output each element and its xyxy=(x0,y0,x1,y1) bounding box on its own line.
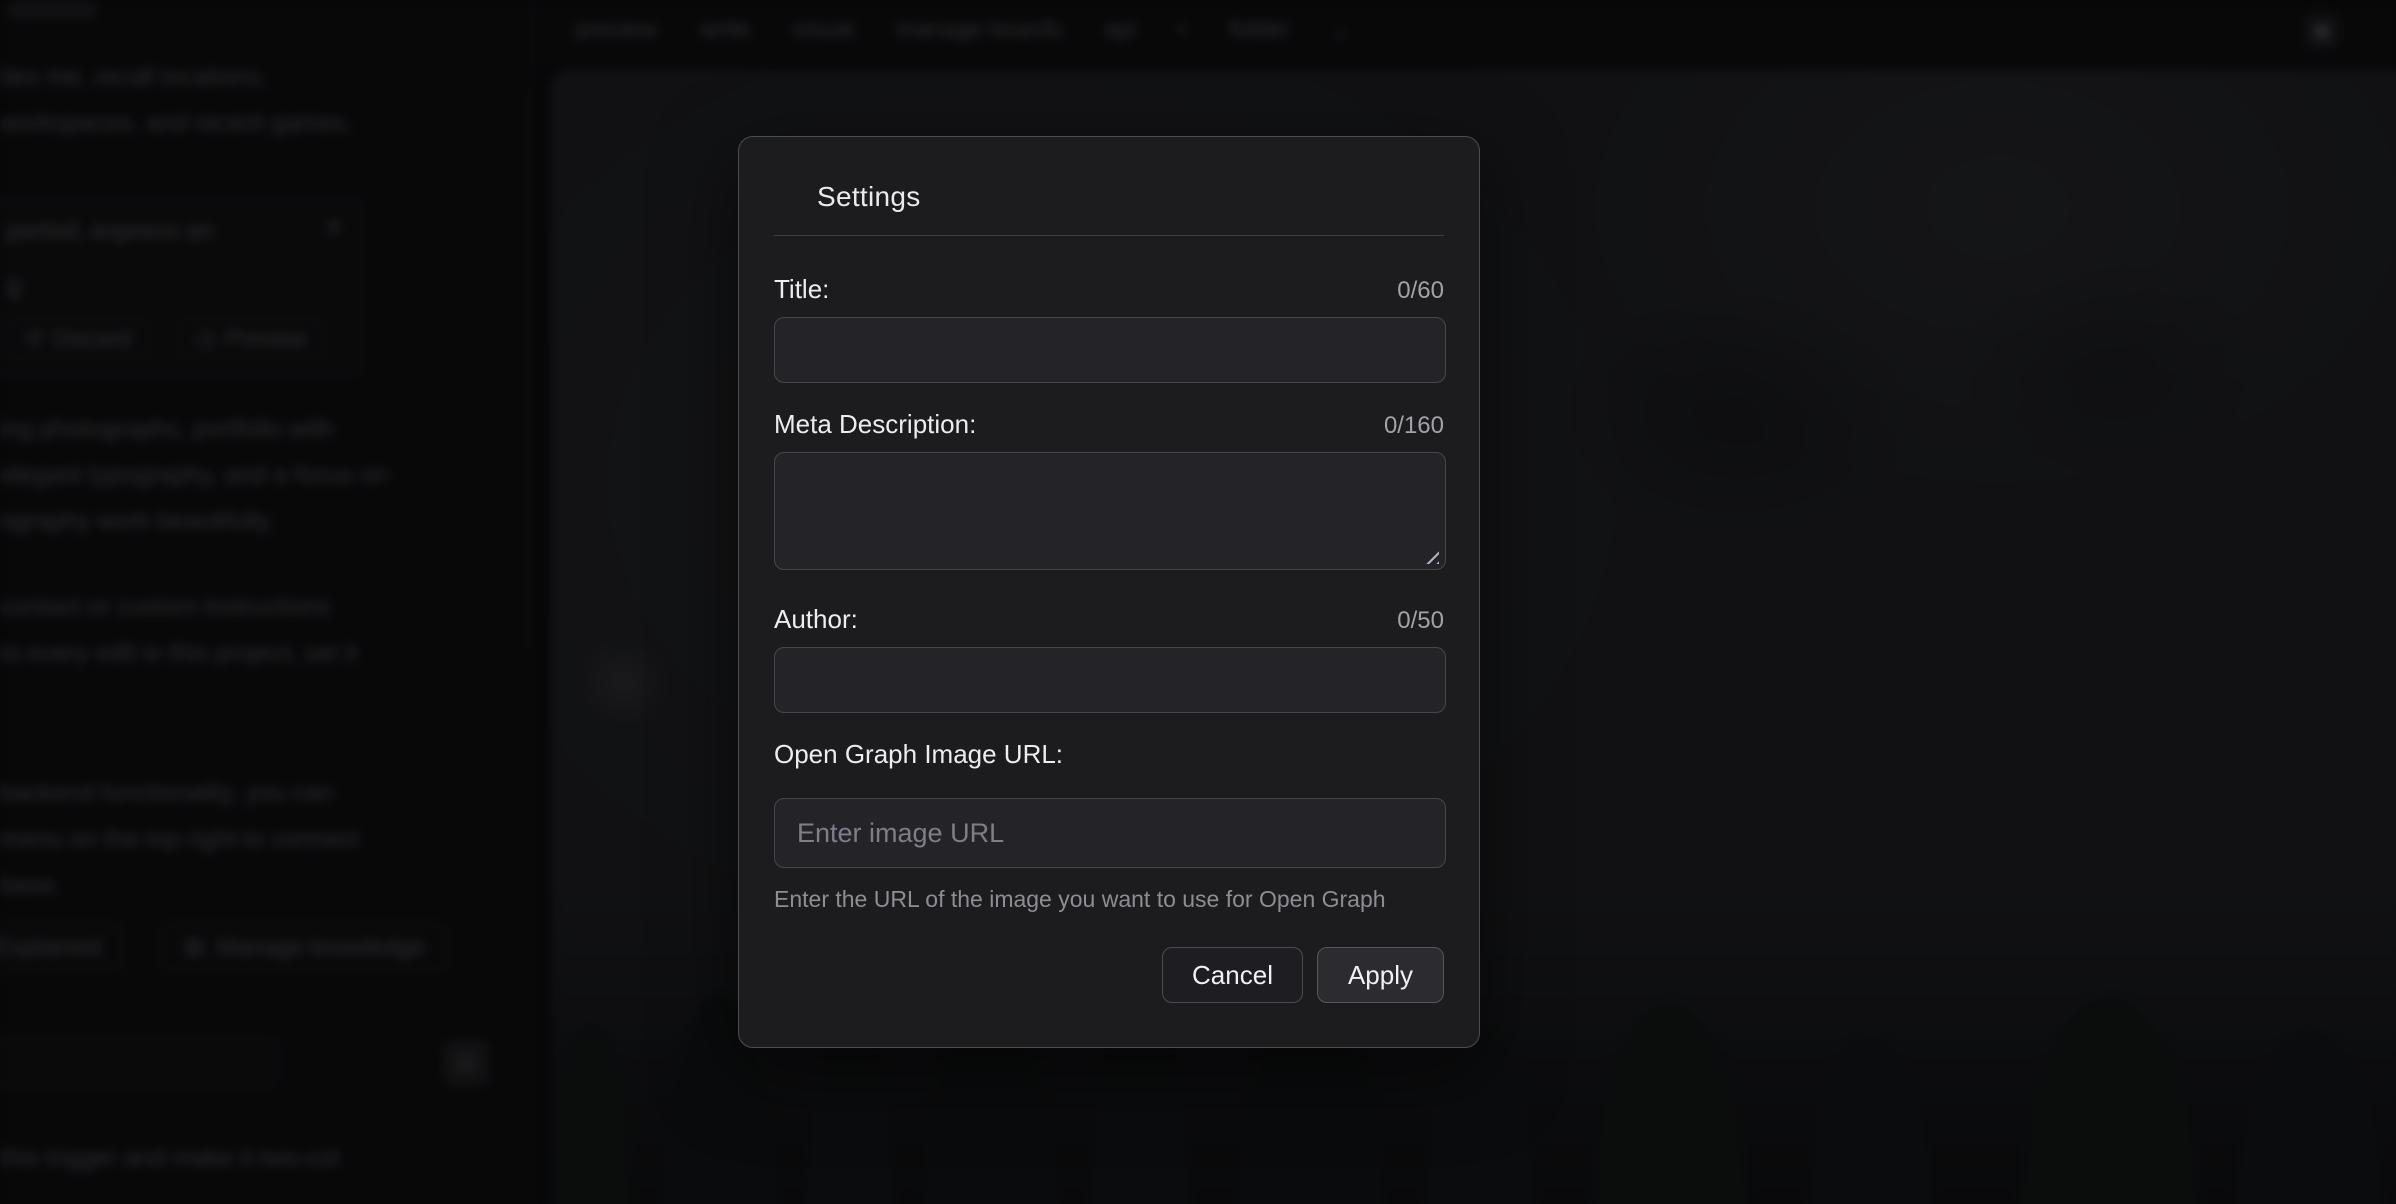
cancel-button[interactable]: Cancel xyxy=(1162,947,1303,1003)
meta-description-counter: 0/160 xyxy=(1384,412,1444,440)
og-image-url-helper: Enter the URL of the image you want to u… xyxy=(774,886,1444,913)
meta-description-label: Meta Description: xyxy=(774,409,976,440)
title-input[interactable] xyxy=(774,317,1446,383)
app-window: preview write visual manage boards api •… xyxy=(0,0,2396,1204)
og-image-url-input[interactable] xyxy=(774,798,1446,868)
title-counter: 0/60 xyxy=(1397,277,1444,305)
settings-modal: Settings Title: 0/60 Meta Description: 0… xyxy=(738,136,1480,1048)
author-label: Author: xyxy=(774,604,858,635)
apply-button[interactable]: Apply xyxy=(1317,947,1444,1003)
modal-title: Settings xyxy=(817,181,1444,213)
meta-description-textarea[interactable] xyxy=(774,452,1446,570)
og-image-url-label: Open Graph Image URL: xyxy=(774,739,1063,770)
title-label: Title: xyxy=(774,274,829,305)
author-counter: 0/50 xyxy=(1397,607,1444,635)
author-input[interactable] xyxy=(774,647,1446,713)
modal-divider xyxy=(774,235,1444,236)
